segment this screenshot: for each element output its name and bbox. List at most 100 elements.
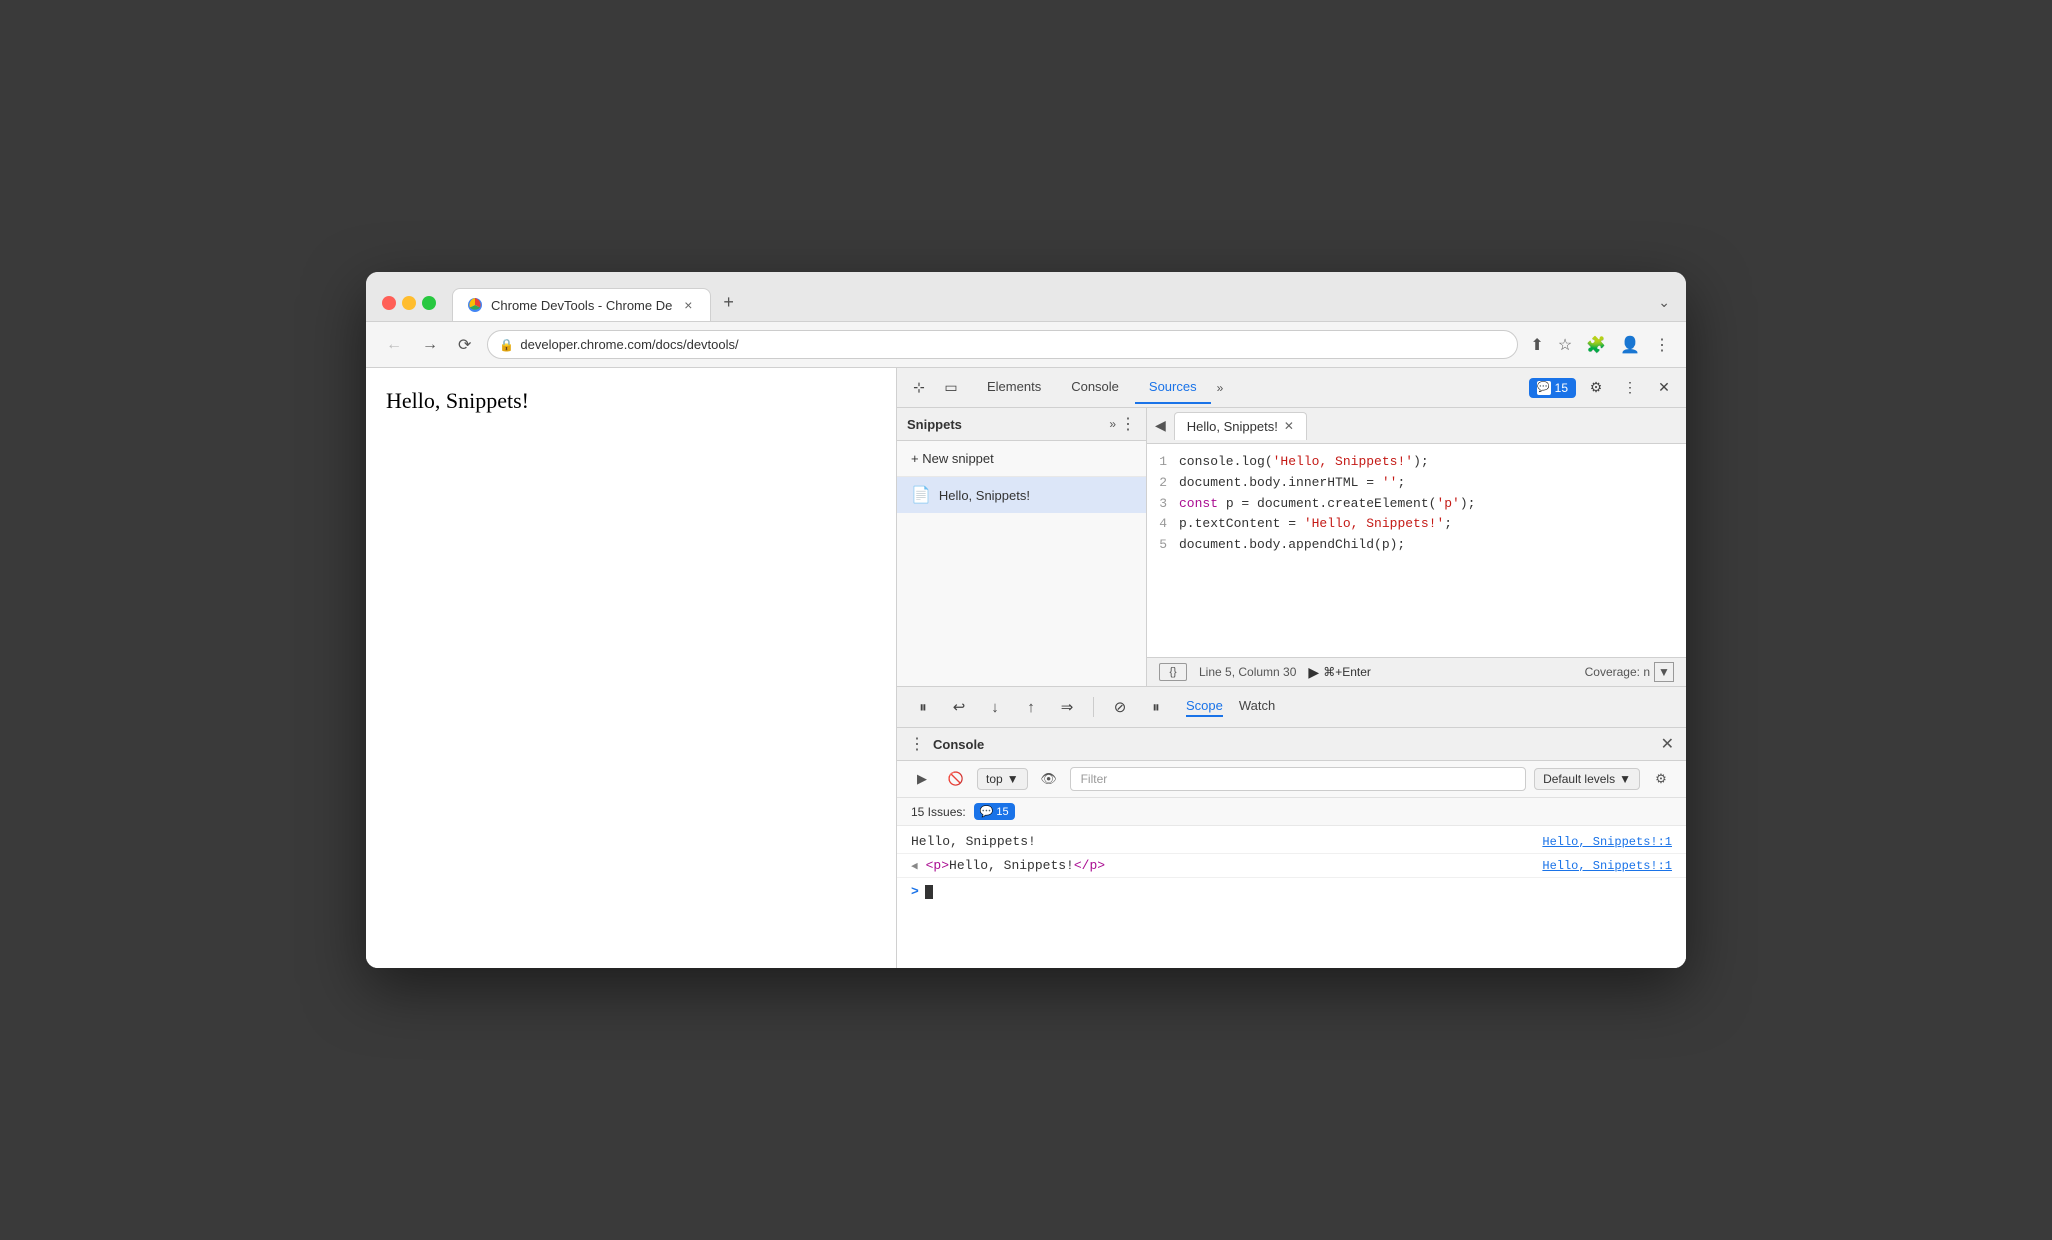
issues-icon: 💬: [1537, 381, 1551, 395]
clear-console-icon[interactable]: 🚫: [943, 766, 969, 792]
tab-elements[interactable]: Elements: [973, 371, 1055, 404]
editor-tab[interactable]: Hello, Snippets! ✕: [1174, 412, 1307, 440]
browser-toolbar: ⬆ ☆ 🧩 👤 ⋮: [1530, 335, 1670, 355]
snippets-menu-icon[interactable]: ⋮: [1120, 414, 1136, 434]
devtools-header: ⊹ ▭ Elements Console Sources » 💬 15 ⚙ ⋮: [897, 368, 1686, 408]
console-input-row[interactable]: >: [897, 878, 1686, 905]
format-icon[interactable]: {}: [1159, 663, 1187, 681]
device-toolbar-icon[interactable]: ▭: [937, 374, 965, 402]
code-line-1: 1 console.log('Hello, Snippets!');: [1147, 452, 1686, 473]
console-output: Hello, Snippets! Hello, Snippets!:1 ◀ <p…: [897, 826, 1686, 968]
forward-button[interactable]: →: [418, 334, 442, 356]
devtools-tabs: Elements Console Sources »: [973, 371, 1529, 404]
editor-statusbar: {} Line 5, Column 30 ▶ ⌘+Enter Coverage:…: [1147, 657, 1686, 686]
element-picker-icon[interactable]: ⊹: [905, 374, 933, 402]
console-menu-icon[interactable]: ⋮: [909, 734, 925, 754]
pause-on-exceptions-icon[interactable]: ⏸: [1142, 693, 1170, 721]
menu-icon[interactable]: ⋮: [1654, 335, 1670, 355]
browser-tabs: Chrome DevTools - Chrome De × +: [452, 284, 1650, 321]
debugger-toolbar: ⏸ ↩ ↓ ↑ ⇒ ⊘ ⏸ Scope Watch: [897, 687, 1686, 728]
console-close-icon[interactable]: ✕: [1661, 734, 1674, 754]
levels-chevron-icon: ▼: [1619, 772, 1631, 786]
dom-source-link[interactable]: Hello, Snippets!:1: [1542, 859, 1672, 873]
coverage-section: Coverage: n ▼: [1585, 662, 1674, 682]
pause-button[interactable]: ⏸: [909, 693, 937, 721]
filter-input[interactable]: Filter: [1070, 767, 1526, 791]
status-line: Line 5, Column 30: [1199, 665, 1296, 679]
devtools-panel: ⊹ ▭ Elements Console Sources » 💬 15 ⚙ ⋮: [896, 368, 1686, 968]
step-over-button[interactable]: ↩: [945, 693, 973, 721]
console-toolbar: ▶ 🚫 top ▼ 👁 Filter Default levels ▼ ⚙: [897, 761, 1686, 798]
context-label: top: [986, 772, 1003, 786]
extensions-icon[interactable]: 🧩: [1586, 335, 1606, 355]
run-console-icon[interactable]: ▶: [909, 766, 935, 792]
deactivate-breakpoints-icon[interactable]: ⊘: [1106, 693, 1134, 721]
issues-chat-icon: 💬: [980, 805, 994, 818]
issues-count-label: 15: [996, 806, 1008, 818]
editor-back-icon[interactable]: ◀: [1155, 417, 1166, 434]
close-button[interactable]: [382, 296, 396, 310]
issues-badge[interactable]: 💬 15: [1529, 378, 1576, 398]
sources-panel: Snippets » ⋮ + New snippet 📄 Hello, Snip…: [897, 408, 1686, 687]
run-snippet-button[interactable]: ▶ ⌘+Enter: [1308, 664, 1370, 681]
context-chevron-icon: ▼: [1007, 772, 1019, 786]
issues-label: 15 Issues:: [911, 805, 966, 819]
profile-icon[interactable]: 👤: [1620, 335, 1640, 355]
active-tab[interactable]: Chrome DevTools - Chrome De ×: [452, 288, 711, 321]
devtools-mode-icons: ⊹ ▭: [905, 374, 965, 402]
snippet-item[interactable]: 📄 Hello, Snippets!: [897, 477, 1146, 513]
console-title: Console: [933, 737, 1653, 752]
step-button[interactable]: ⇒: [1053, 693, 1081, 721]
console-log-row: Hello, Snippets! Hello, Snippets!:1: [897, 830, 1686, 854]
step-into-button[interactable]: ↓: [981, 693, 1009, 721]
context-selector[interactable]: top ▼: [977, 768, 1028, 790]
back-button[interactable]: ←: [382, 334, 406, 356]
toolbar-separator: [1093, 697, 1094, 717]
snippets-header: Snippets » ⋮: [897, 408, 1146, 441]
levels-selector[interactable]: Default levels ▼: [1534, 768, 1640, 790]
log-source-link[interactable]: Hello, Snippets!:1: [1542, 835, 1672, 849]
new-tab-button[interactable]: +: [711, 284, 746, 321]
tab-watch[interactable]: Watch: [1239, 698, 1275, 717]
address-wrapper: 🔒 developer.chrome.com/docs/devtools/: [487, 330, 1518, 359]
title-bar: Chrome DevTools - Chrome De × + ⌄: [366, 272, 1686, 322]
snippet-name: Hello, Snippets!: [939, 488, 1030, 503]
tab-favicon-icon: [467, 297, 483, 313]
console-cursor: [925, 885, 933, 899]
tab-sources[interactable]: Sources: [1135, 371, 1211, 404]
address-bar: ← → ⟳ 🔒 developer.chrome.com/docs/devtoo…: [366, 322, 1686, 368]
live-expressions-icon[interactable]: 👁: [1036, 766, 1062, 792]
coverage-arrow-icon[interactable]: ▼: [1654, 662, 1674, 682]
devtools-more-icon[interactable]: ⋮: [1616, 374, 1644, 402]
maximize-button[interactable]: [422, 296, 436, 310]
snippet-file-icon: 📄: [911, 485, 931, 505]
step-out-button[interactable]: ↑: [1017, 693, 1045, 721]
log-text: Hello, Snippets!: [911, 834, 1036, 849]
issues-count-badge[interactable]: 💬 15: [974, 803, 1015, 820]
reload-button[interactable]: ⟳: [454, 333, 475, 357]
levels-label: Default levels: [1543, 772, 1615, 786]
new-snippet-button[interactable]: + New snippet: [897, 441, 1146, 477]
tab-scope[interactable]: Scope: [1186, 698, 1223, 717]
more-tabs-icon[interactable]: »: [1213, 373, 1228, 403]
dom-expand-icon[interactable]: ◀: [911, 859, 918, 873]
code-line-3: 3 const p = document.createElement('p');: [1147, 494, 1686, 515]
tab-close-button[interactable]: ×: [680, 297, 696, 313]
tab-console[interactable]: Console: [1057, 371, 1133, 404]
snippets-more-icon[interactable]: »: [1109, 417, 1116, 431]
console-prompt: >: [911, 884, 919, 899]
minimize-button[interactable]: [402, 296, 416, 310]
code-area[interactable]: 1 console.log('Hello, Snippets!'); 2 doc…: [1147, 444, 1686, 657]
share-icon[interactable]: ⬆: [1530, 335, 1543, 355]
page-content: Hello, Snippets!: [366, 368, 896, 968]
console-settings-icon[interactable]: ⚙: [1648, 766, 1674, 792]
tab-title: Chrome DevTools - Chrome De: [491, 298, 672, 313]
devtools-header-right: 💬 15 ⚙ ⋮ ✕: [1529, 374, 1678, 402]
console-dom-row: ◀ <p>Hello, Snippets!</p> Hello, Snippet…: [897, 854, 1686, 878]
editor-tab-close-icon[interactable]: ✕: [1284, 419, 1294, 433]
settings-icon[interactable]: ⚙: [1582, 374, 1610, 402]
bookmark-icon[interactable]: ☆: [1558, 335, 1572, 355]
address-input[interactable]: developer.chrome.com/docs/devtools/: [487, 330, 1518, 359]
tabs-chevron-icon[interactable]: ⌄: [1658, 294, 1670, 311]
devtools-close-icon[interactable]: ✕: [1650, 374, 1678, 402]
